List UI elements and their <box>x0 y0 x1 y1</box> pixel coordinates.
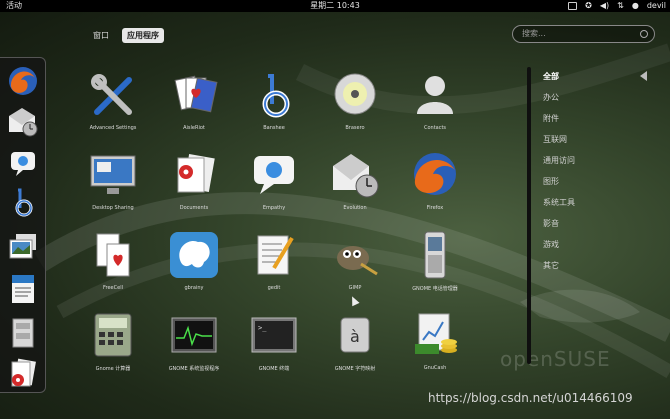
search-input[interactable]: 搜索... <box>512 25 655 43</box>
monitor-icon <box>87 150 139 202</box>
app-empathy[interactable]: Empathy <box>239 150 309 211</box>
app-desktop-sharing[interactable]: Desktop Sharing <box>78 150 148 211</box>
freecell-icon <box>87 230 139 282</box>
app-label: gbrainy <box>184 285 204 291</box>
app-freecell[interactable]: FreeCell <box>78 230 148 291</box>
dash-shotwell-icon[interactable] <box>6 230 40 264</box>
tab-windows[interactable]: 窗口 <box>88 28 114 43</box>
category-all[interactable]: 全部 <box>543 71 559 82</box>
app-banshee[interactable]: Banshee <box>239 70 309 131</box>
cards-icon <box>168 70 220 122</box>
app-gbrainy[interactable]: gbrainy <box>159 230 229 291</box>
banshee-icon <box>248 70 300 122</box>
firefox-icon <box>409 150 461 202</box>
app-label: FreeCell <box>103 285 123 291</box>
category-sound-video[interactable]: 影音 <box>543 218 559 229</box>
app-gnome-system-monitor[interactable]: GNOME 系统监视程序 <box>159 310 229 372</box>
dash-evolution-icon[interactable] <box>6 104 40 138</box>
tools-icon <box>87 70 139 122</box>
app-label: Empathy <box>262 205 286 211</box>
mail-clock-icon <box>329 150 381 202</box>
app-gedit[interactable]: gedit <box>239 230 309 291</box>
category-universal-access[interactable]: 通用访问 <box>543 155 575 166</box>
top-bar: 活动 星期二 10:43 ✪ ◀) ⇅ ● devil <box>0 0 670 12</box>
opensuse-logo: openSUSE <box>500 347 611 371</box>
category-internet[interactable]: 互联网 <box>543 134 567 145</box>
category-graphics[interactable]: 图形 <box>543 176 559 187</box>
category-games[interactable]: 游戏 <box>543 239 559 250</box>
app-label: gedit <box>267 285 281 291</box>
app-gnome-calculator[interactable]: Gnome 计算器 <box>78 310 148 372</box>
accessibility-icon[interactable]: ✪ <box>585 0 592 12</box>
app-label: Brasero <box>345 125 365 131</box>
terminal-icon: >_ <box>248 310 300 362</box>
chat-icon <box>248 150 300 202</box>
app-brasero[interactable]: Brasero <box>320 70 390 131</box>
app-label: GNOME 系统监视程序 <box>168 366 220 372</box>
watermark-text: https://blog.csdn.net/u014466109 <box>428 391 633 405</box>
svg-text:>_: >_ <box>258 324 267 332</box>
contacts-icon <box>409 70 461 122</box>
user-icon[interactable]: ● <box>632 0 639 12</box>
gnucash-icon <box>409 310 461 362</box>
app-evolution[interactable]: Evolution <box>320 150 390 211</box>
svg-text:à: à <box>350 327 360 346</box>
app-label: GNOME 终端 <box>258 366 290 372</box>
dash-banshee-icon[interactable] <box>6 186 40 220</box>
gimp-icon <box>329 230 381 282</box>
app-gnucash[interactable]: GnuCash <box>400 310 470 371</box>
selected-category-arrow-icon <box>640 71 647 81</box>
category-office[interactable]: 办公 <box>543 92 559 103</box>
app-gnome-phone-manager[interactable]: GNOME 电话管理器 <box>400 230 470 292</box>
volume-icon[interactable]: ◀) <box>600 0 609 12</box>
app-gnome-terminal[interactable]: >_ GNOME 终端 <box>239 310 309 372</box>
system-monitor-icon <box>168 310 220 362</box>
app-label: Documents <box>179 205 209 211</box>
dash <box>0 57 46 393</box>
tab-applications[interactable]: 应用程序 <box>122 28 164 43</box>
view-switcher: 窗口 应用程序 <box>88 28 164 43</box>
calculator-icon <box>87 310 139 362</box>
category-other[interactable]: 其它 <box>543 260 559 271</box>
network-icon[interactable]: ⇅ <box>617 0 624 12</box>
app-label: GIMP <box>348 285 362 291</box>
app-aisleriot[interactable]: AisleRiot <box>159 70 229 131</box>
category-system-tools[interactable]: 系统工具 <box>543 197 575 208</box>
app-label: Evolution <box>343 205 367 211</box>
app-label: Contacts <box>423 125 447 131</box>
user-name[interactable]: devil <box>647 0 666 12</box>
system-tray: ✪ ◀) ⇅ ● devil <box>568 0 666 12</box>
app-label: Desktop Sharing <box>92 205 134 211</box>
documents-icon <box>168 150 220 202</box>
app-firefox[interactable]: Firefox <box>400 150 470 211</box>
app-label: Gnome 计算器 <box>95 366 131 372</box>
app-label: GNOME 字符映射 <box>334 366 376 372</box>
app-label: GnuCash <box>423 365 447 371</box>
app-gimp[interactable]: GIMP <box>320 230 390 291</box>
dash-documents-icon[interactable] <box>6 356 40 390</box>
text-editor-icon <box>248 230 300 282</box>
search-icon <box>640 30 648 38</box>
search-placeholder: 搜索... <box>522 29 546 38</box>
app-advanced-settings[interactable]: Advanced Settings <box>78 70 148 131</box>
app-label: Firefox <box>426 205 444 211</box>
character-map-icon: à <box>329 310 381 362</box>
category-accessories[interactable]: 附件 <box>543 113 559 124</box>
dash-firefox-icon[interactable] <box>6 64 40 98</box>
keyboard-icon[interactable] <box>568 2 578 10</box>
brain-icon <box>168 230 220 282</box>
dash-files-icon[interactable] <box>6 316 40 350</box>
app-label: Advanced Settings <box>89 125 137 131</box>
app-gnome-character-map[interactable]: à GNOME 字符映射 <box>320 310 390 372</box>
app-label: AisleRiot <box>183 125 205 131</box>
app-documents[interactable]: Documents <box>159 150 229 211</box>
dash-empathy-icon[interactable] <box>6 146 40 180</box>
app-contacts[interactable]: Contacts <box>400 70 470 131</box>
app-grid-scrollbar[interactable] <box>527 67 531 364</box>
phone-icon <box>409 230 461 282</box>
dash-writer-icon[interactable] <box>6 272 40 306</box>
app-label: GNOME 电话管理器 <box>412 286 458 292</box>
app-label: Banshee <box>263 125 285 131</box>
disc-icon <box>329 70 381 122</box>
